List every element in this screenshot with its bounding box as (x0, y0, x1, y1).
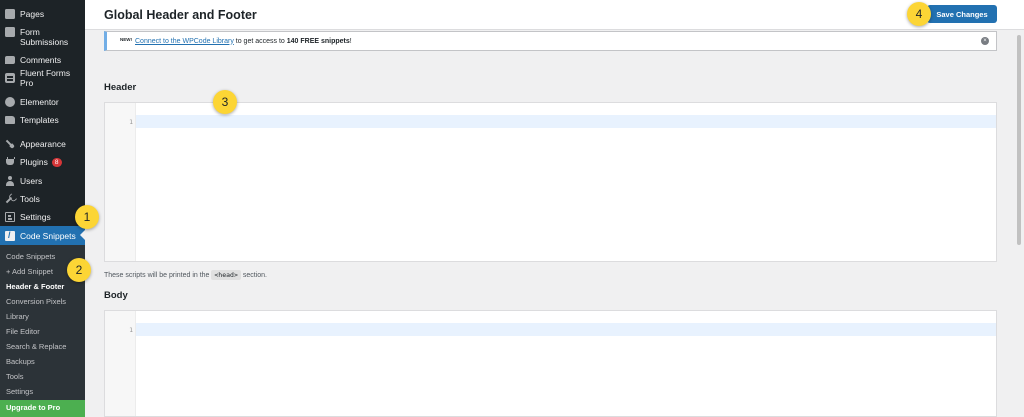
sidebar-item-label: Plugins (20, 157, 48, 167)
line-number: 1 (129, 118, 133, 126)
callout-2: 2 (67, 258, 91, 282)
dismiss-notice-icon[interactable]: × (981, 37, 989, 45)
submenu-item-settings[interactable]: Settings (6, 387, 33, 397)
submenu-item-file-editor[interactable]: File Editor (6, 327, 40, 337)
header-section-label: Header (104, 82, 137, 93)
plugins-icon (5, 157, 15, 167)
appearance-icon (3, 137, 17, 151)
header-help-text: These scripts will be printed in the <he… (104, 270, 267, 280)
body-code-editor[interactable]: 1 (104, 310, 997, 417)
sidebar-item-settings[interactable]: Settings (0, 212, 85, 222)
code-snippets-icon (5, 230, 15, 241)
active-indicator (80, 230, 85, 240)
sidebar-item-pages[interactable]: Pages (0, 9, 85, 19)
sidebar-item-label: Comments (20, 55, 62, 65)
update-count-badge: 8 (51, 157, 62, 167)
tools-icon (3, 192, 17, 206)
notice-text: Connect to the WPCode Library to get acc… (135, 38, 352, 45)
page-scrollbar[interactable] (1017, 35, 1021, 245)
help-prefix: These scripts will be printed in the (104, 272, 212, 279)
sidebar-item-elementor[interactable]: Elementor (0, 97, 85, 107)
users-icon (5, 176, 15, 186)
body-section-label: Body (104, 290, 128, 301)
submenu-item-tools[interactable]: Tools (6, 372, 24, 382)
sidebar-item-templates[interactable]: Templates (0, 115, 85, 125)
settings-icon (5, 212, 15, 222)
submenu-item-add-snippet[interactable]: + Add Snippet (6, 267, 53, 277)
header-code-editor[interactable]: 1 (104, 102, 997, 262)
sidebar-item-label: Templates (20, 115, 59, 125)
notice-end-text: ! (349, 37, 352, 45)
label-line-2: Submissions (20, 37, 69, 47)
sidebar-item-label: Elementor (20, 97, 59, 107)
sidebar-item-label: Settings (20, 212, 51, 222)
pages-icon (5, 9, 15, 19)
sidebar-item-label: Appearance (20, 139, 66, 149)
submenu-item-code-snippets[interactable]: Code Snippets (6, 252, 55, 262)
sidebar-item-label: Code Snippets (20, 230, 76, 241)
elementor-icon (5, 97, 15, 107)
admin-sidebar: Pages Form Submissions Comments Fluent Fo… (0, 0, 85, 417)
sidebar-item-label: Tools (20, 194, 40, 204)
sidebar-item-code-snippets[interactable]: Code Snippets (0, 226, 85, 245)
submenu-item-backups[interactable]: Backups (6, 357, 35, 367)
submenu-item-library[interactable]: Library (6, 312, 29, 322)
comments-icon (5, 56, 15, 64)
page-title: Global Header and Footer (104, 8, 257, 22)
sidebar-item-label: Pages (20, 9, 45, 19)
upgrade-to-pro-link[interactable]: Upgrade to Pro (0, 400, 85, 417)
upgrade-label: Upgrade to Pro (6, 403, 61, 412)
new-tag: NEW! (120, 37, 132, 42)
fluent-forms-icon (5, 73, 15, 83)
active-line-highlight (136, 115, 996, 128)
notice-bold-text: 140 FREE snippets (286, 37, 350, 45)
sidebar-item-comments[interactable]: Comments (0, 55, 85, 65)
notice-middle-text: to get access to (233, 37, 287, 45)
sidebar-item-plugins[interactable]: Plugins 8 (0, 157, 85, 167)
sidebar-item-users[interactable]: Users (0, 176, 85, 186)
head-code-tag: <head> (211, 270, 241, 280)
line-number: 1 (129, 326, 133, 334)
form-submissions-icon (5, 27, 15, 37)
sidebar-item-tools[interactable]: Tools (0, 194, 85, 204)
sidebar-item-label: Users (20, 176, 43, 186)
help-suffix: section. (240, 272, 267, 279)
submenu-item-header-footer[interactable]: Header & Footer (6, 282, 64, 292)
active-line-highlight (136, 323, 996, 336)
submenu-item-search-replace[interactable]: Search & Replace (6, 342, 66, 352)
callout-3: 3 (213, 90, 237, 114)
wpcode-library-link[interactable]: Connect to the WPCode Library (135, 38, 234, 45)
callout-4: 4 (907, 2, 931, 26)
submenu-item-conversion-pixels[interactable]: Conversion Pixels (6, 297, 66, 307)
save-changes-button[interactable]: Save Changes (927, 5, 997, 23)
sidebar-item-fluent-forms[interactable]: Fluent Forms Pro (0, 68, 85, 88)
callout-1: 1 (75, 205, 99, 229)
editor-gutter (105, 103, 136, 261)
sidebar-item-form-submissions[interactable]: Form Submissions (0, 27, 85, 47)
sidebar-item-label: Fluent Forms Pro (20, 68, 71, 88)
sidebar-item-label: Form Submissions (20, 27, 68, 47)
label-line-1: Form (20, 27, 40, 37)
library-notice: NEW! Connect to the WPCode Library to ge… (104, 31, 997, 51)
sidebar-item-appearance[interactable]: Appearance (0, 139, 85, 149)
templates-icon (5, 116, 15, 124)
